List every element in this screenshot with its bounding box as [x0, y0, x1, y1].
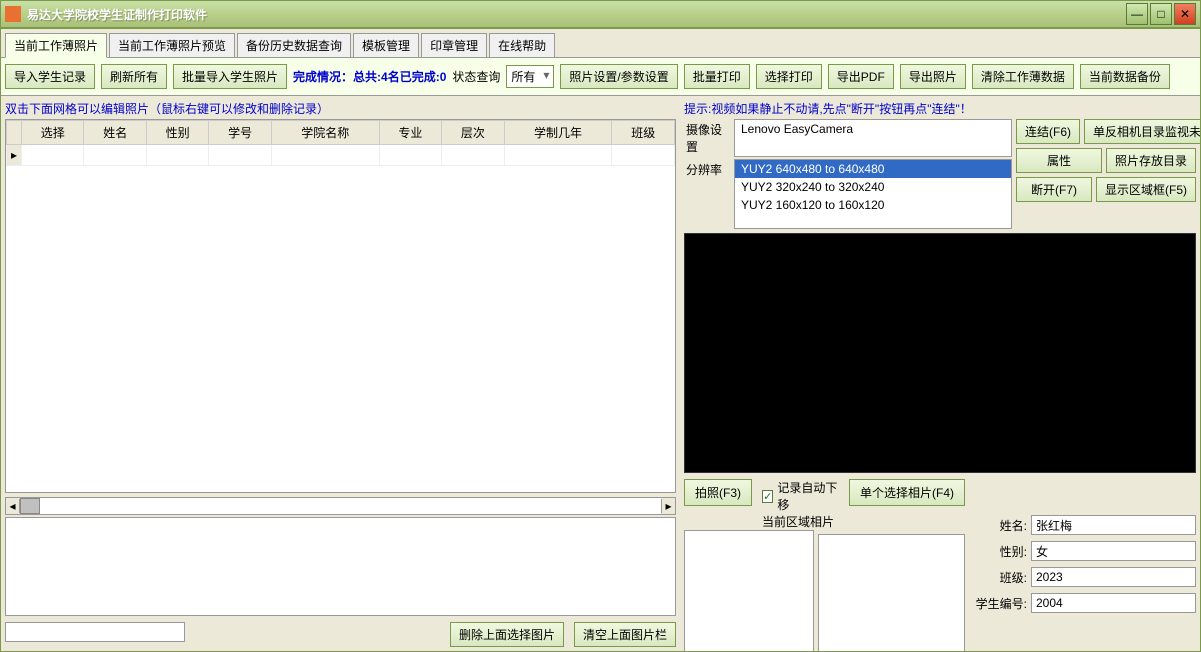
class-input[interactable] — [1031, 567, 1196, 587]
resolution-option[interactable]: YUY2 160x120 to 160x120 — [735, 196, 1011, 214]
resolution-option[interactable]: YUY2 640x480 to 640x480 — [735, 160, 1011, 178]
connect-button[interactable]: 连结(F6) — [1016, 119, 1080, 144]
export-pdf-button[interactable]: 导出PDF — [828, 64, 894, 89]
select-print-button[interactable]: 选择打印 — [756, 64, 822, 89]
status-filter-combo[interactable]: 所有 — [506, 65, 554, 88]
tab-preview[interactable]: 当前工作薄照片预览 — [109, 33, 235, 57]
col-college[interactable]: 学院名称 — [271, 121, 379, 145]
capture-button[interactable]: 拍照(F3) — [684, 479, 752, 506]
minimize-button[interactable]: — — [1126, 3, 1148, 25]
col-class[interactable]: 班级 — [612, 121, 675, 145]
show-region-button[interactable]: 显示区域框(F5) — [1096, 177, 1196, 202]
sex-input[interactable] — [1031, 541, 1196, 561]
properties-button[interactable]: 属性 — [1016, 148, 1102, 173]
class-label: 班级: — [971, 569, 1027, 586]
tab-template[interactable]: 模板管理 — [353, 33, 419, 57]
name-input[interactable] — [1031, 515, 1196, 535]
tab-bar: 当前工作薄照片 当前工作薄照片预览 备份历史数据查询 模板管理 印章管理 在线帮… — [1, 29, 1200, 58]
left-panel: 双击下面网格可以编辑照片（鼠标右键可以修改和删除记录） 选择 姓名 性别 学号 … — [1, 96, 680, 651]
current-region-label: 当前区域相片 — [762, 513, 839, 530]
horizontal-slider[interactable]: ◂ ▸ — [5, 497, 676, 515]
name-label: 姓名: — [971, 517, 1027, 534]
path-input[interactable] — [5, 622, 185, 642]
device-select[interactable]: Lenovo EasyCamera — [734, 119, 1012, 157]
maximize-button[interactable]: □ — [1150, 3, 1172, 25]
titlebar: 易达大学院校学生证制作打印软件 — □ ✕ — [0, 0, 1201, 28]
col-major[interactable]: 专业 — [379, 121, 441, 145]
tab-history[interactable]: 备份历史数据查询 — [237, 33, 351, 57]
toolbar: 导入学生记录 刷新所有 批量导入学生照片 完成情况：总共:4名已完成:0 状态查… — [1, 58, 1200, 96]
right-panel: 提示:视频如果静止不动请,先点"断开"按钮再点"连结"！ 摄像设置 Lenovo… — [680, 96, 1200, 651]
clear-images-button[interactable]: 清空上面图片栏 — [574, 622, 676, 647]
sex-label: 性别: — [971, 543, 1027, 560]
batch-import-button[interactable]: 批量导入学生照片 — [173, 64, 287, 89]
window-title: 易达大学院校学生证制作打印软件 — [27, 6, 1124, 23]
student-grid[interactable]: 选择 姓名 性别 学号 学院名称 专业 层次 学制几年 班级 — [5, 119, 676, 493]
col-select[interactable]: 选择 — [22, 121, 84, 145]
backup-button[interactable]: 当前数据备份 — [1080, 64, 1170, 89]
single-select-button[interactable]: 单个选择相片(F4) — [849, 479, 965, 506]
col-sex[interactable]: 性别 — [146, 121, 208, 145]
col-years[interactable]: 学制几年 — [504, 121, 612, 145]
camera-hint: 提示:视频如果静止不动请,先点"断开"按钮再点"连结"！ — [684, 100, 1196, 117]
resolution-option[interactable]: YUY2 320x240 to 320x240 — [735, 178, 1011, 196]
app-icon — [5, 6, 21, 22]
slider-thumb[interactable] — [20, 498, 40, 514]
captured-photo-area-1[interactable] — [684, 530, 814, 651]
image-strip[interactable] — [5, 517, 676, 616]
grid-instruction: 双击下面网格可以编辑照片（鼠标右键可以修改和删除记录） — [5, 100, 676, 117]
col-level[interactable]: 层次 — [442, 121, 504, 145]
resolution-label: 分辨率 — [684, 159, 734, 229]
batch-print-button[interactable]: 批量打印 — [684, 64, 750, 89]
table-row[interactable]: ▸ — [7, 145, 675, 166]
lower-left-panel: ◂ ▸ 删除上面选择图片 清空上面图片栏 — [5, 497, 676, 647]
photo-settings-button[interactable]: 照片设置/参数设置 — [560, 64, 677, 89]
tab-stamp[interactable]: 印章管理 — [421, 33, 487, 57]
close-button[interactable]: ✕ — [1174, 3, 1196, 25]
auto-next-checkbox[interactable]: ✓ — [762, 490, 773, 503]
sid-input[interactable] — [1031, 593, 1196, 613]
slider-left-icon[interactable]: ◂ — [6, 499, 20, 513]
captured-photo-area-2[interactable] — [818, 534, 965, 651]
col-name[interactable]: 姓名 — [84, 121, 146, 145]
slider-right-icon[interactable]: ▸ — [661, 499, 675, 513]
slr-dir-button[interactable]: 单反相机目录监视未启用 — [1084, 119, 1200, 144]
refresh-button[interactable]: 刷新所有 — [101, 64, 167, 89]
auto-next-label: 记录自动下移 — [777, 479, 839, 513]
row-marker-icon: ▸ — [7, 145, 22, 166]
tab-help[interactable]: 在线帮助 — [489, 33, 555, 57]
camera-preview — [684, 233, 1196, 473]
device-label: 摄像设置 — [684, 119, 734, 157]
photo-dir-button[interactable]: 照片存放目录 — [1106, 148, 1196, 173]
disconnect-button[interactable]: 断开(F7) — [1016, 177, 1092, 202]
sid-label: 学生编号: — [971, 595, 1027, 612]
import-button[interactable]: 导入学生记录 — [5, 64, 95, 89]
tab-current-photos[interactable]: 当前工作薄照片 — [5, 33, 107, 58]
status-query-label: 状态查询 — [452, 68, 500, 85]
completion-status: 完成情况：总共:4名已完成:0 — [293, 68, 446, 85]
col-id[interactable]: 学号 — [209, 121, 271, 145]
clear-workbook-button[interactable]: 清除工作薄数据 — [972, 64, 1074, 89]
resolution-list[interactable]: YUY2 640x480 to 640x480 YUY2 320x240 to … — [734, 159, 1012, 229]
delete-selected-button[interactable]: 删除上面选择图片 — [450, 622, 564, 647]
export-photo-button[interactable]: 导出照片 — [900, 64, 966, 89]
